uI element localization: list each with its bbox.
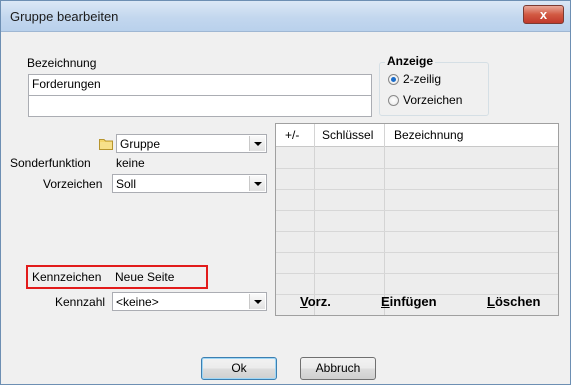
loeschen-mnemonic: L bbox=[487, 294, 495, 309]
kennzahl-select[interactable]: <keine> bbox=[112, 292, 267, 311]
loeschen-button[interactable]: Löschen bbox=[487, 294, 540, 309]
loeschen-label-rest: öschen bbox=[494, 294, 541, 309]
kennzeichen-value[interactable]: Neue Seite bbox=[115, 270, 174, 284]
kennzahl-select-value: <keine> bbox=[116, 295, 159, 309]
radio-vorzeichen[interactable] bbox=[388, 95, 399, 106]
bezeichnung-line2-field[interactable] bbox=[28, 95, 372, 117]
vorzeichen-select-value: Soll bbox=[116, 177, 137, 191]
kennzahl-label: Kennzahl bbox=[55, 295, 106, 309]
einfuegen-mnemonic: E bbox=[381, 294, 390, 309]
dialog-window: Gruppe bearbeiten x Bezeichnung Forderun… bbox=[0, 0, 571, 385]
radio-2-zeilig-label[interactable]: 2-zeilig bbox=[403, 72, 441, 86]
grid-header-name[interactable]: Bezeichnung bbox=[394, 128, 463, 142]
title-bar[interactable]: Gruppe bearbeiten x bbox=[1, 1, 570, 32]
bezeichnung-line1-field[interactable]: Forderungen bbox=[28, 74, 372, 96]
cancel-button[interactable]: Abbruch bbox=[300, 357, 376, 380]
radio-2-zeilig[interactable] bbox=[388, 74, 399, 85]
grid-row-line bbox=[276, 210, 558, 211]
gruppe-select-value: Gruppe bbox=[120, 137, 161, 151]
chevron-down-icon[interactable] bbox=[249, 136, 265, 151]
grid-row-line bbox=[276, 168, 558, 169]
sonderfunktion-label: Sonderfunktion bbox=[10, 156, 91, 170]
vorz-button[interactable]: Vorz. bbox=[300, 294, 331, 309]
bezeichnung-label: Bezeichnung bbox=[27, 56, 97, 70]
grid-row-line bbox=[276, 189, 558, 190]
grid-header: +/- Schlüssel Bezeichnung bbox=[276, 124, 558, 147]
close-button[interactable]: x bbox=[523, 5, 564, 24]
grid-header-key[interactable]: Schlüssel bbox=[322, 128, 373, 142]
folder-icon bbox=[99, 139, 113, 150]
ok-button[interactable]: Ok bbox=[201, 357, 277, 380]
window-title: Gruppe bearbeiten bbox=[10, 9, 119, 24]
chevron-down-icon[interactable] bbox=[249, 294, 265, 309]
grid-row-line bbox=[276, 231, 558, 232]
vorzeichen-label: Vorzeichen bbox=[43, 177, 103, 191]
grid-column-divider bbox=[314, 124, 315, 315]
gruppe-select[interactable]: Gruppe bbox=[116, 134, 267, 153]
vorzeichen-select[interactable]: Soll bbox=[112, 174, 267, 193]
sonderfunktion-value[interactable]: keine bbox=[112, 153, 267, 173]
grid-header-sign[interactable]: +/- bbox=[285, 128, 299, 142]
grid-column-divider bbox=[384, 124, 385, 315]
anzeige-label: Anzeige bbox=[385, 54, 436, 68]
radio-vorzeichen-label[interactable]: Vorzeichen bbox=[403, 93, 462, 107]
anzeige-group bbox=[379, 62, 489, 116]
dialog-content: Bezeichnung Forderungen Anzeige 2-zeilig… bbox=[7, 32, 564, 380]
grid-row-line bbox=[276, 273, 558, 274]
einfuegen-label-rest: infügen bbox=[389, 294, 437, 309]
kennzeichen-label: Kennzeichen bbox=[32, 270, 102, 284]
grid-row-line bbox=[276, 252, 558, 253]
vorz-label-rest: orz. bbox=[307, 294, 331, 309]
entries-grid[interactable]: +/- Schlüssel Bezeichnung bbox=[275, 123, 559, 316]
einfuegen-button[interactable]: Einfügen bbox=[381, 294, 437, 309]
chevron-down-icon[interactable] bbox=[249, 176, 265, 191]
vorz-mnemonic: V bbox=[300, 294, 308, 309]
